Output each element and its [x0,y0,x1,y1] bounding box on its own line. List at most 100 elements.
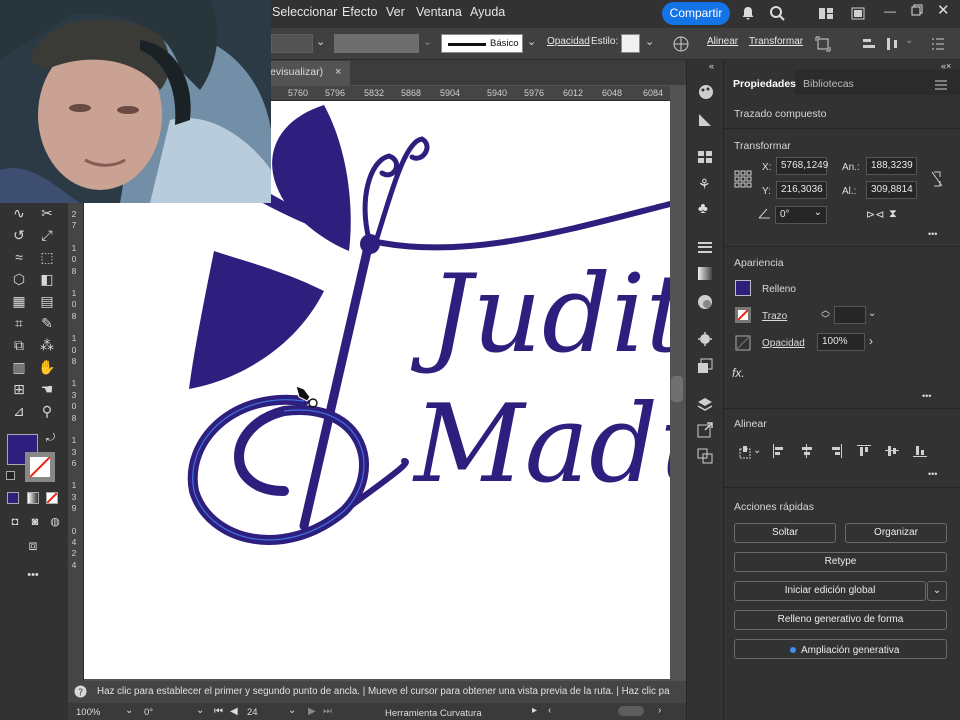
more-options-icon[interactable]: ••• [922,391,931,401]
graph-tool-icon[interactable]: ▥ [10,359,28,375]
align-h-center-icon[interactable] [800,444,814,458]
scale-tool-icon[interactable]: ⤢ [38,227,56,243]
menu-ventana[interactable]: Ventana [416,5,462,19]
chevron-down-icon[interactable]: ⌄ [316,35,325,48]
horizontal-scrollbar-thumb[interactable] [618,706,644,716]
live-paint-icon[interactable]: ◧ [38,271,56,287]
search-icon[interactable] [769,5,785,21]
scissors-icon[interactable]: ✂ [38,205,56,221]
opacity-label[interactable]: Opacidad [762,338,805,349]
blend-tool-icon[interactable]: ⧉ [10,337,28,353]
tab-properties[interactable]: Propiedades [733,78,796,90]
stroke-color-swatch[interactable] [735,307,751,323]
align-bottom-edge-icon[interactable] [913,444,927,458]
appearance-icon[interactable] [697,331,713,347]
recolor-icon[interactable] [673,36,689,52]
collapse-column-icon[interactable]: « [709,61,714,71]
align-to-icon[interactable] [738,445,754,459]
export-icon[interactable] [697,422,713,438]
chevron-down-icon[interactable]: ⌄ [905,35,913,46]
x-field[interactable]: 5768,1249 [776,157,828,175]
free-transform-icon[interactable]: ⬚ [38,249,56,265]
color-panel-icon[interactable] [697,84,715,100]
scroll-left-icon[interactable]: ‹ [548,705,551,716]
eyedropper-icon[interactable]: ✎ [38,315,56,331]
panel-menu-icon[interactable] [934,80,948,90]
chevron-down-icon[interactable]: ⌄ [196,705,204,716]
symbols-icon[interactable]: ♣ [698,200,708,217]
color-guide-icon[interactable] [697,112,713,128]
hand-tool-icon[interactable]: ✋ [38,359,56,375]
retype-button[interactable]: Retype [734,552,947,572]
fill-dropdown[interactable] [271,34,313,53]
swap-colors-icon[interactable]: ⤾ [46,432,55,445]
align-link[interactable]: Alinear [707,36,738,47]
shape-builder-icon[interactable]: ⬡ [10,271,28,287]
screen-mode-icon[interactable]: ⧈ [24,537,42,553]
stroke-label[interactable]: Trazo [762,311,787,322]
draw-behind-icon[interactable]: ◙ [26,514,44,530]
bell-icon[interactable] [740,5,756,21]
next-artboard-icon[interactable]: ▶ [308,706,316,717]
angle-field[interactable]: 0° ⌄ [775,206,827,224]
close-window-icon[interactable]: ✕ [937,1,950,19]
y-field[interactable]: 216,3036 px [776,181,827,199]
align-v-center-icon[interactable] [885,444,899,458]
zoom-icon[interactable]: ⚲ [38,403,56,419]
distribute-icon[interactable] [885,37,899,51]
rotate-tool-icon[interactable]: ↺ [10,227,28,243]
vertical-scrollbar-thumb[interactable] [671,376,683,402]
gradient-mode-icon[interactable] [27,492,39,504]
flip-vertical-icon[interactable]: ⧗ [889,208,897,221]
perspective-grid-icon[interactable]: ▦ [10,293,28,309]
graphic-style-swatch[interactable] [621,34,640,53]
workspace-icon[interactable] [818,7,834,20]
align-left-icon[interactable] [862,37,876,51]
draw-inside-icon[interactable]: ◍ [46,514,64,530]
brushes-icon[interactable]: ⚘ [698,176,711,193]
opacity-field[interactable]: 100% [817,333,865,351]
reference-point-icon[interactable] [734,170,752,188]
graphic-styles-icon[interactable] [697,358,713,374]
first-artboard-icon[interactable]: ⏮ [214,706,223,717]
chevron-down-icon[interactable]: ⌄ [868,308,876,319]
artboard-number[interactable]: 24 [247,707,258,718]
transform-link[interactable]: Transformar [749,36,803,47]
height-field[interactable]: 309,8814 pi [866,181,917,199]
arrange-button[interactable]: Organizar [845,523,947,543]
menu-seleccionar[interactable]: Seleccionar [272,5,337,19]
align-top-edge-icon[interactable] [857,444,871,458]
arrange-docs-icon[interactable] [851,7,865,20]
artboards-icon[interactable] [697,448,713,464]
chevron-down-icon[interactable]: ⌄ [125,705,133,716]
align-left-edge-icon[interactable] [772,444,786,458]
chevron-right-icon[interactable]: › [869,334,873,348]
chevron-down-icon[interactable]: ⌄ [288,705,296,716]
release-button[interactable]: Soltar [734,523,836,543]
none-mode-icon[interactable] [46,492,58,504]
transparency-icon[interactable] [697,294,713,310]
width-field[interactable]: 188,3239 pi [866,157,917,175]
start-global-edit-button[interactable]: Iniciar edición global [734,581,926,601]
zoom-value[interactable]: 100% [76,707,100,718]
prev-artboard-icon[interactable]: ◀ [230,706,238,717]
stroke-panel-icon[interactable] [697,242,713,254]
status-menu-arrow-icon[interactable]: ▸ [532,705,537,716]
stroke-weight-field[interactable] [334,34,419,53]
generative-shape-fill-button[interactable]: Relleno generativo de forma [734,610,947,630]
fx-effects-icon[interactable]: fx. [732,366,745,380]
stroke-swatch[interactable] [25,452,55,482]
draw-normal-icon[interactable]: ◘ [6,514,24,530]
stroke-stepper-icon[interactable]: ︿ ﹀ [821,306,830,324]
symbol-sprayer-icon[interactable]: ⁂ [38,337,56,353]
close-tab-icon[interactable]: × [335,66,341,78]
flip-horizontal-icon[interactable]: ⊳⊲ [866,208,884,221]
swatches-icon[interactable] [697,150,713,164]
chevron-down-icon[interactable]: ⌄ [645,35,654,48]
hand-icon[interactable]: ☚ [38,381,56,397]
rotation-value[interactable]: 0° [144,707,153,718]
last-artboard-icon[interactable]: ⏭ [323,706,332,717]
menu-ver[interactable]: Ver [386,5,405,19]
chevron-down-icon[interactable]: ⌄ [527,35,536,48]
menu-ayuda[interactable]: Ayuda [470,5,505,19]
